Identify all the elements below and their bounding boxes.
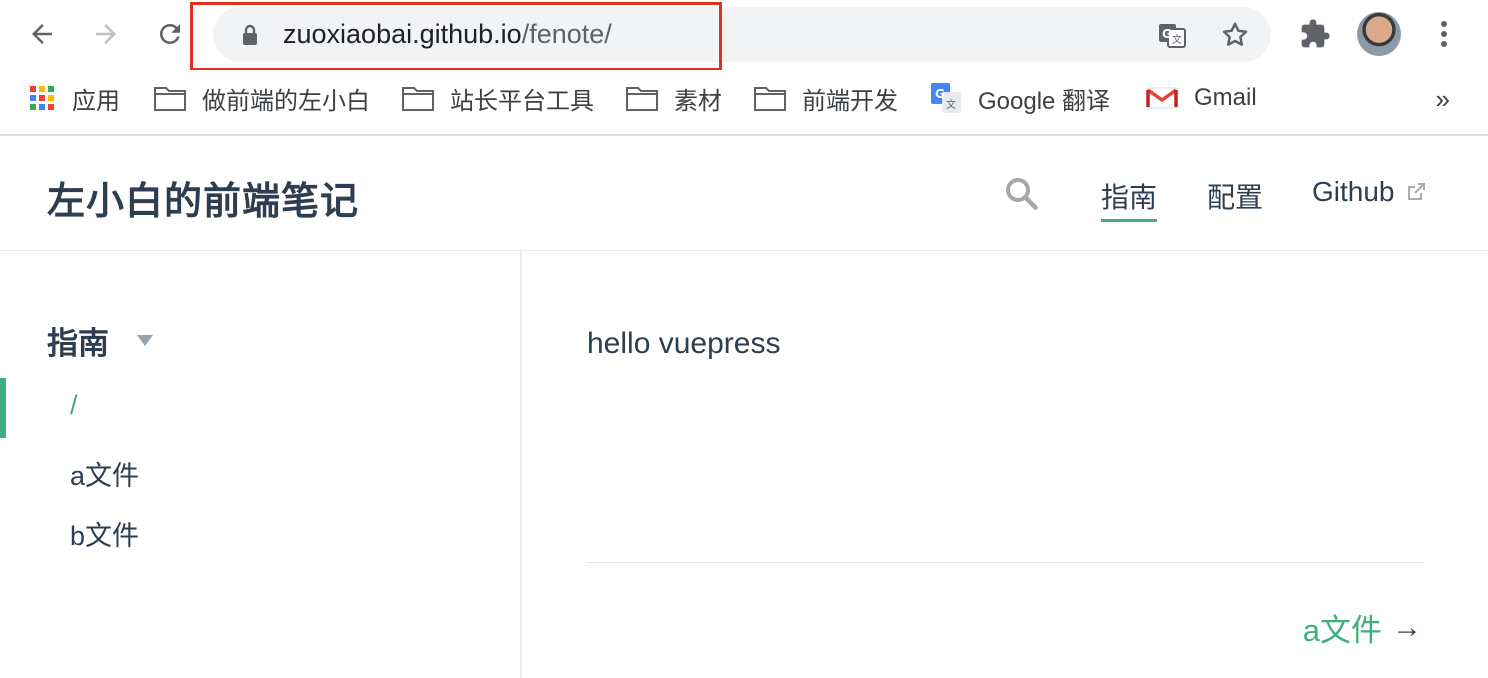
apps-grid-icon (28, 84, 56, 112)
bookmarks-overflow-button[interactable]: » (1436, 84, 1450, 115)
caret-down-icon[interactable] (137, 335, 153, 346)
folder-icon (154, 85, 186, 111)
nav-link-guide[interactable]: 指南 (1101, 176, 1158, 222)
google-translate-icon: G文 (930, 82, 962, 114)
folder-icon (754, 85, 786, 111)
sidebar-group-title[interactable]: 指南 (47, 318, 109, 363)
folder-icon (402, 85, 434, 111)
star-icon (1222, 22, 1248, 46)
url-highlight-box (190, 2, 722, 71)
page-content-text: hello vuepress (587, 327, 781, 360)
more-icon (1441, 21, 1447, 47)
content-divider (586, 562, 1424, 563)
more-menu-button[interactable] (1422, 12, 1466, 56)
external-link-icon (1405, 178, 1427, 210)
sidebar-item-root[interactable]: / (70, 390, 78, 421)
extensions-button[interactable] (1293, 12, 1337, 56)
arrow-right-icon: → (1392, 610, 1422, 644)
translate-icon: G文 (1159, 24, 1186, 48)
bookmark-star-button[interactable] (1219, 19, 1251, 51)
svg-text:G: G (935, 87, 945, 101)
translate-button[interactable]: G文 (1156, 19, 1188, 51)
bookmark-label: 做前端的左小白 (202, 87, 370, 115)
avatar[interactable] (1357, 12, 1401, 56)
active-indicator (0, 378, 6, 438)
bookmark-gmail[interactable]: Gmail (1146, 83, 1257, 113)
svg-text:G: G (1162, 27, 1172, 41)
extensions-icon (1301, 19, 1330, 48)
bookmark-folder-3[interactable]: 素材 (626, 83, 722, 115)
sidebar-item-b[interactable]: b文件 (70, 514, 139, 553)
nav-link-github-label: Github (1312, 176, 1395, 207)
site-navbar: 左小白的前端笔记 指南 配置 Github (0, 136, 1488, 251)
bookmark-label: Google 翻译 (978, 87, 1111, 115)
browser-toolbar: zuoxiaobai.github.io/fenote/ G文 (0, 0, 1488, 71)
site-title[interactable]: 左小白的前端笔记 (47, 170, 359, 225)
reload-icon (159, 23, 180, 44)
bookmark-label: Gmail (1194, 84, 1257, 111)
back-arrow-icon (32, 24, 52, 44)
next-page-link[interactable]: a文件 → (1303, 605, 1422, 650)
forward-arrow-icon (96, 24, 116, 44)
sidebar-item-a[interactable]: a文件 (70, 454, 139, 493)
bookmark-apps[interactable]: 应用 (28, 83, 120, 115)
bookmark-folder-4[interactable]: 前端开发 (754, 83, 898, 115)
nav-link-github[interactable]: Github (1312, 176, 1427, 210)
back-button[interactable] (22, 14, 62, 54)
bookmark-google-translate[interactable]: G文 Google 翻译 (930, 82, 1111, 115)
next-page-label: a文件 (1302, 613, 1382, 648)
bookmark-label: 前端开发 (802, 87, 898, 115)
bookmark-folder-2[interactable]: 站长平台工具 (402, 83, 594, 115)
bookmark-label: 素材 (674, 87, 722, 115)
bookmark-folder-1[interactable]: 做前端的左小白 (154, 83, 370, 115)
gmail-icon (1146, 86, 1178, 110)
svg-text:文: 文 (1172, 33, 1182, 46)
bookmark-label: 应用 (72, 87, 120, 115)
bookmark-label: 站长平台工具 (450, 87, 594, 115)
folder-icon (626, 85, 658, 111)
search-button[interactable] (1004, 176, 1040, 217)
search-icon (1006, 178, 1038, 210)
sidebar: 指南 / a文件 b文件 (0, 251, 522, 678)
nav-link-config[interactable]: 配置 (1207, 176, 1263, 216)
svg-text:文: 文 (946, 98, 956, 111)
forward-button[interactable] (86, 14, 126, 54)
bookmarks-bar: 应用 做前端的左小白 站长平台工具 素材 前端开发 G文 Google 翻译 G… (0, 70, 1488, 136)
reload-button[interactable] (150, 14, 190, 54)
